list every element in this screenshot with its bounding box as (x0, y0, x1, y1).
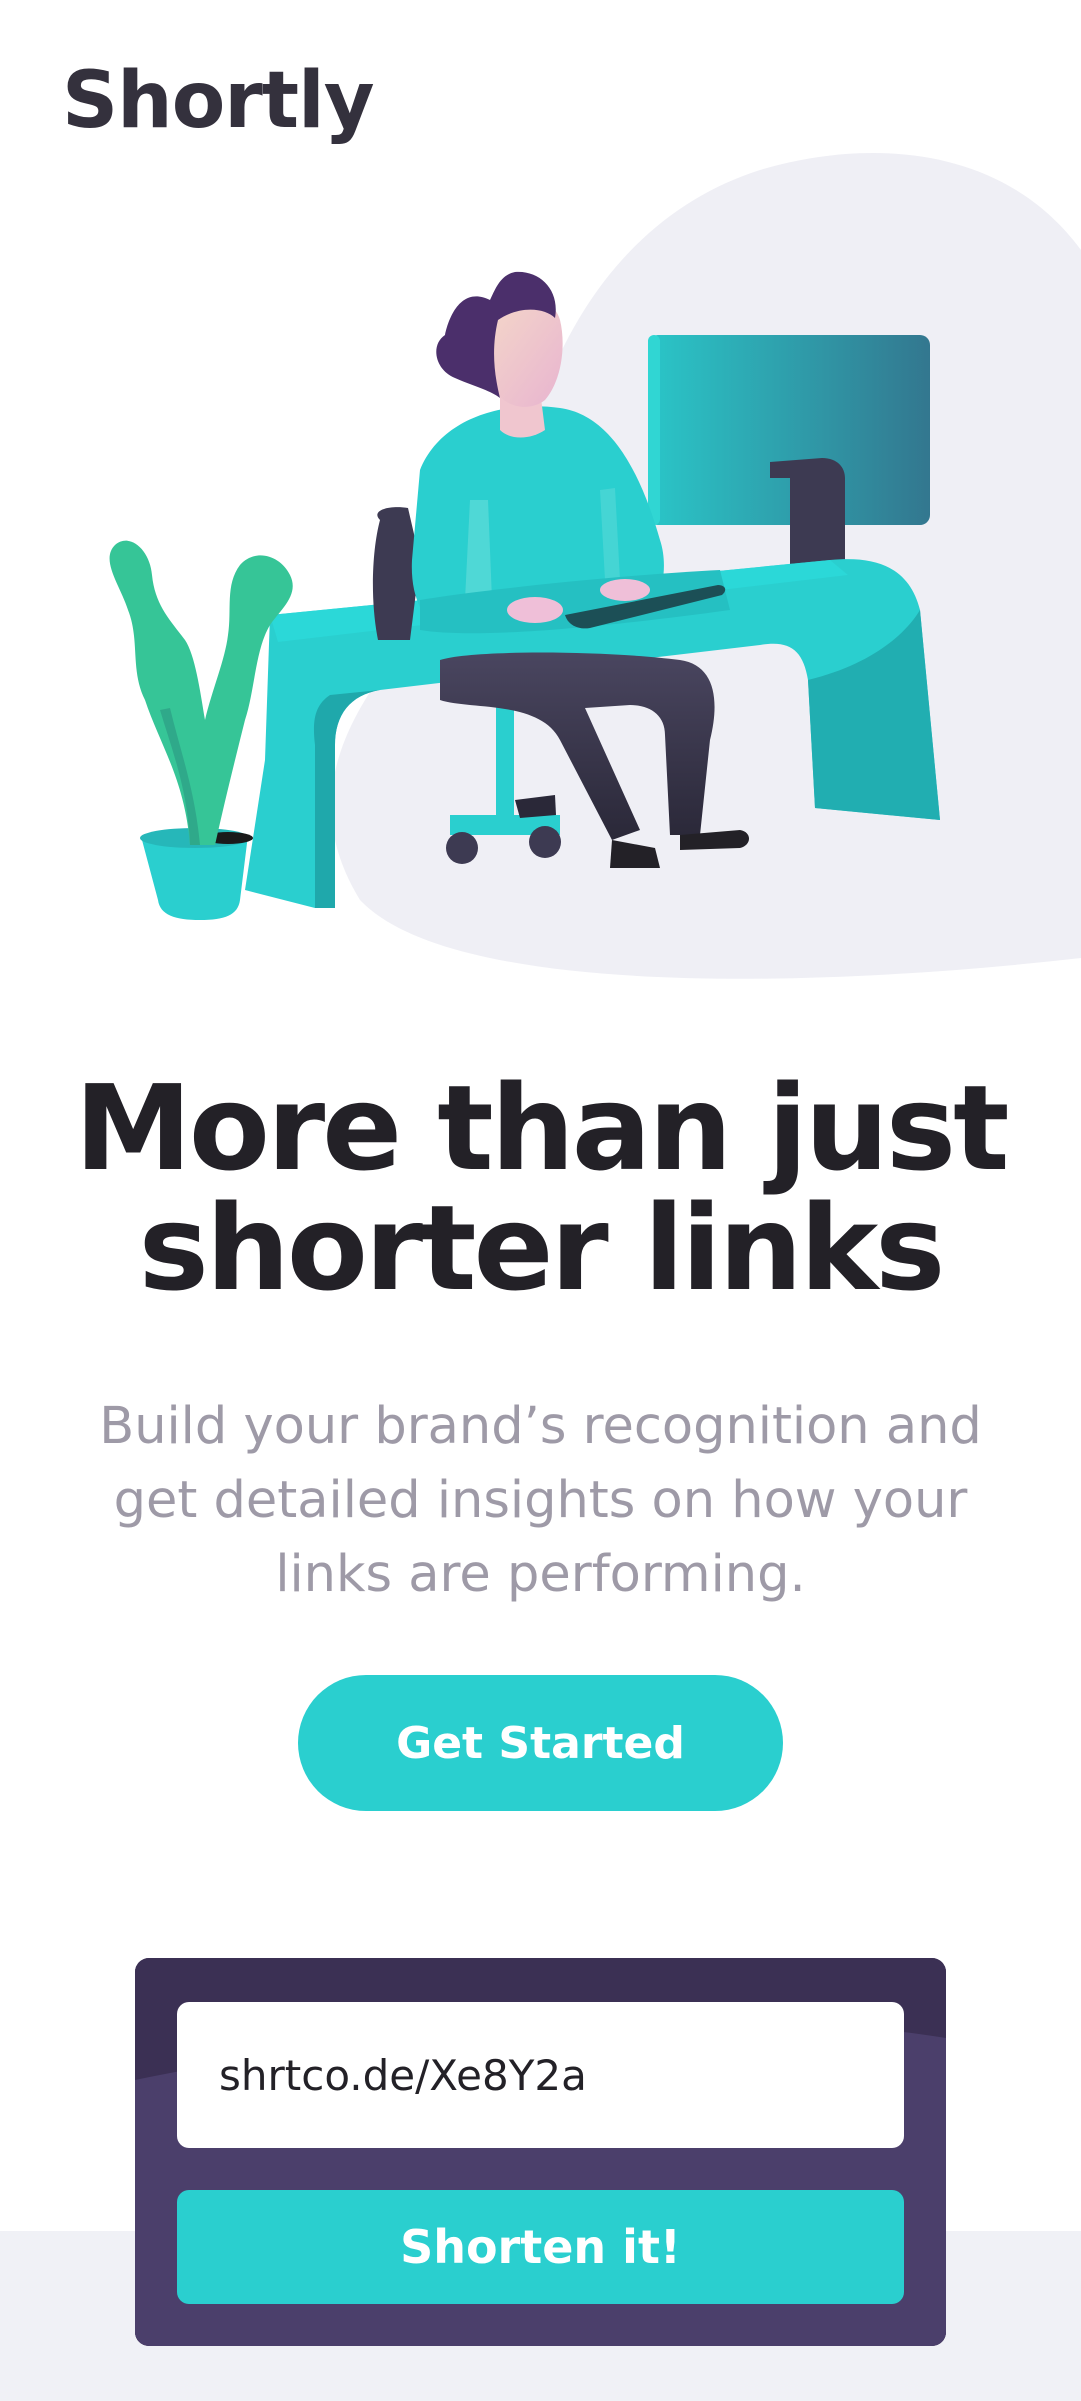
hero-illustration (0, 150, 1081, 1000)
get-started-button[interactable]: Get Started (298, 1675, 783, 1811)
hero-subtext: Build your brand’s recognition and get d… (99, 1397, 982, 1604)
shorten-button[interactable]: Shorten it! (177, 2190, 904, 2304)
shorten-form: Shorten it! (135, 1958, 946, 2346)
hero-headline: More than just shorter links (74, 1059, 1009, 1317)
url-input[interactable] (177, 2002, 904, 2148)
brand-logo[interactable]: Shortly (62, 62, 375, 140)
monitor-screen (648, 335, 930, 525)
